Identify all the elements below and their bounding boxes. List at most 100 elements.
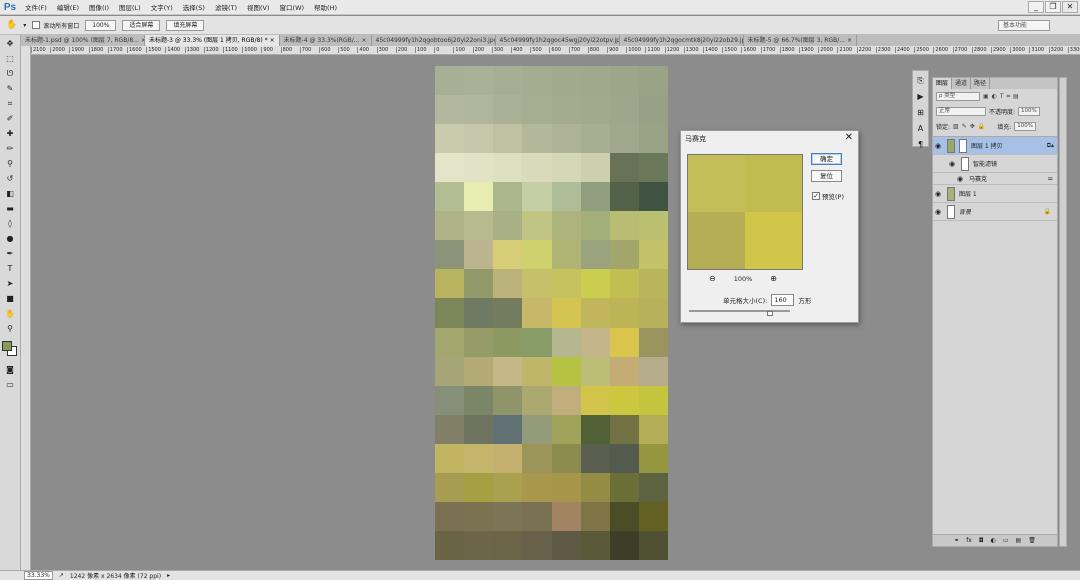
document-tab[interactable]: 未标题-5 @ 66.7%(图层 3, RGB/... × [744, 35, 857, 46]
zoom-in-icon[interactable]: ⊕ [770, 274, 777, 283]
eraser-icon[interactable]: ◧ [4, 187, 17, 200]
slider-thumb[interactable] [766, 311, 773, 316]
menu-item[interactable]: 文件(F) [20, 2, 52, 12]
character-icon[interactable]: A [914, 122, 927, 135]
properties-icon[interactable]: ⊞ [914, 106, 927, 119]
document-image-mosaic[interactable] [435, 66, 668, 560]
hand-icon[interactable]: ✋ [4, 307, 17, 320]
status-arrow-icon[interactable]: ▸ [167, 572, 170, 579]
move-icon[interactable]: ✥ [4, 37, 17, 50]
type-icon[interactable]: T [4, 262, 17, 275]
tab-close-icon[interactable]: × [847, 37, 852, 44]
fit-screen-button[interactable]: 适合屏幕 [122, 19, 161, 31]
opacity-input[interactable]: 100% [1018, 107, 1040, 116]
link-layers-icon[interactable]: ⚭ [954, 535, 959, 546]
document-tab[interactable]: 未标题-3 @ 33.3% (图层 1 拷贝, RGB/8) * × [145, 35, 280, 46]
filter-icons[interactable]: ▣◐T⌗▤ [983, 93, 1022, 101]
cell-size-input[interactable]: 160 [771, 294, 795, 306]
foreground-color-swatch[interactable] [2, 341, 12, 351]
mosaic-filter-row[interactable]: ◉ 马赛克 ⚌ [933, 173, 1057, 185]
tab-close-icon[interactable]: × [362, 37, 367, 44]
cell-size-slider[interactable] [689, 310, 790, 312]
close-button[interactable]: ✕ [1062, 1, 1078, 13]
layer-background[interactable]: ◉ 背景 🔒 [933, 203, 1057, 221]
menu-item[interactable]: 图像(I) [84, 2, 114, 12]
lasso-icon[interactable]: ᘎ [4, 67, 17, 80]
quick-mask-icon[interactable]: ◙ [4, 363, 17, 376]
filter-options-icon[interactable]: ⚌ [1048, 175, 1053, 182]
reset-button[interactable]: 复位 [811, 170, 842, 182]
menu-item[interactable]: 文字(Y) [146, 2, 178, 12]
dialog-close-icon[interactable]: ✕ [845, 132, 853, 144]
stamp-icon[interactable]: ⚲ [4, 157, 17, 170]
menu-item[interactable]: 视图(V) [242, 2, 275, 12]
minimize-button[interactable]: _ [1028, 1, 1044, 13]
brush-icon[interactable]: ✏ [4, 142, 17, 155]
new-layer-icon[interactable]: ▤ [1016, 535, 1022, 546]
trash-icon[interactable]: 🗑 [1028, 535, 1036, 546]
scroll-all-checkbox[interactable] [32, 21, 41, 29]
kind-filter-select[interactable]: ρ 类型 [936, 92, 980, 101]
ok-button[interactable]: 确定 [811, 153, 842, 165]
path-select-icon[interactable]: ➤ [4, 277, 17, 290]
blur-icon[interactable]: ◊ [4, 217, 17, 230]
history-brush-icon[interactable]: ↺ [4, 172, 17, 185]
gradient-icon[interactable]: ▬ [4, 202, 17, 215]
lock-icons[interactable]: ▨✎✥🔒 [953, 123, 988, 130]
layers-tab[interactable]: 路径 [971, 78, 991, 89]
layers-tab[interactable]: 通道 [952, 78, 972, 89]
zoom-100-button[interactable]: 100% [85, 19, 117, 31]
layer-1[interactable]: ◉ 图层 1 [933, 185, 1057, 203]
fill-input[interactable]: 100% [1014, 122, 1036, 131]
tab-close-icon[interactable]: × [270, 37, 275, 44]
zoom-icon[interactable]: ⚲ [4, 322, 17, 335]
visibility-eye-icon[interactable]: ◉ [933, 208, 943, 216]
crop-icon[interactable]: ⌗ [4, 97, 17, 110]
eyedropper-icon[interactable]: ✐ [4, 112, 17, 125]
menu-item[interactable]: 选择(S) [178, 2, 210, 12]
visibility-eye-icon[interactable]: ◉ [933, 190, 943, 198]
document-tab[interactable]: 45c04999fy1h2qgobtoo6j20yi22oni3.jpg @ 2… [372, 35, 496, 46]
shape-icon[interactable]: ■ [4, 292, 17, 305]
screen-mode-icon[interactable]: ▭ [4, 378, 17, 391]
paragraph-icon[interactable]: ¶ [914, 138, 927, 151]
actions-icon[interactable]: ▶ [914, 90, 927, 103]
menu-item[interactable]: 图层(L) [114, 2, 146, 12]
visibility-eye-icon[interactable]: ◉ [947, 160, 957, 168]
quick-select-icon[interactable]: ✎ [4, 82, 17, 95]
pen-icon[interactable]: ✒ [4, 247, 17, 260]
adjustment-icon[interactable]: ◐ [991, 535, 996, 546]
history-icon[interactable]: ⎘ [914, 74, 927, 87]
restore-button[interactable]: ❐ [1045, 1, 1061, 13]
visibility-eye-icon[interactable]: ◉ [955, 175, 965, 183]
layers-scrollbar[interactable] [1059, 77, 1067, 547]
mask-icon[interactable]: ◘ [979, 535, 984, 546]
smart-filters-row[interactable]: ◉ 智能滤镜 [933, 155, 1057, 173]
preview-option[interactable]: ✓ 预览(P) [812, 191, 844, 201]
healing-icon[interactable]: ✚ [4, 127, 17, 140]
zoom-level[interactable]: 33.33% [24, 571, 53, 580]
blend-mode-select[interactable]: 正常 [936, 107, 986, 116]
share-icon[interactable]: ↗ [59, 572, 64, 579]
fx-icon[interactable]: fx [966, 535, 972, 546]
layers-tab[interactable]: 图层 [933, 78, 953, 89]
document-tab[interactable]: 45c04999fy1h2qgoc45wgj20yi22otpv.jpg @ 2… [496, 35, 620, 46]
menu-item[interactable]: 帮助(H) [309, 2, 342, 12]
visibility-eye-icon[interactable]: ◉ [933, 142, 943, 150]
document-tab[interactable]: 45c04999fy1h2qgocmtk8j20yi22ob29.jpg @ 2… [620, 35, 744, 46]
group-icon[interactable]: ▭ [1003, 535, 1009, 546]
dodge-icon[interactable]: ● [4, 232, 17, 245]
hand-tool-icon[interactable]: ✋ [6, 20, 17, 30]
document-tab[interactable]: 未标题-1.psd @ 100% (图层 7, RGB/8...× [21, 35, 145, 46]
color-swatches[interactable] [0, 341, 20, 361]
workspace-select[interactable]: 基本功能 [998, 20, 1050, 31]
fill-screen-button[interactable]: 填充屏幕 [166, 19, 205, 31]
menu-item[interactable]: 编辑(E) [52, 2, 84, 12]
filter-preview[interactable] [687, 154, 803, 270]
menu-item[interactable]: 窗口(W) [275, 2, 310, 12]
document-tab[interactable]: 未标题-4 @ 33.3%(RGB/... × [280, 35, 372, 46]
tool-preset-arrow-icon[interactable]: ▾ [23, 22, 26, 29]
zoom-out-icon[interactable]: ⊖ [709, 274, 716, 283]
marquee-icon[interactable]: ⬚ [4, 52, 17, 65]
preview-checkbox[interactable]: ✓ [812, 192, 820, 200]
